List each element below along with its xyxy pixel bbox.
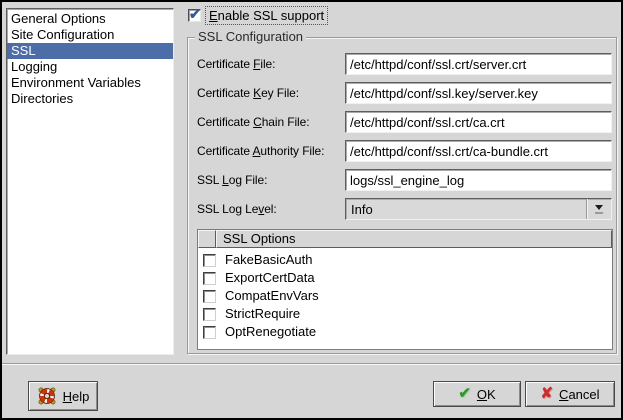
ok-button[interactable]: ✔ OK (433, 381, 521, 407)
help-button-label: Help (63, 389, 90, 404)
certificate-chain-file-label: Certificate Chain File: (197, 115, 309, 129)
ok-button-label: OK (477, 387, 496, 402)
option-label: CompatEnvVars (225, 288, 319, 304)
option-row-exportcertdata[interactable]: ExportCertData (198, 269, 612, 287)
certificate-key-file-label: Certificate Key File: (197, 86, 299, 100)
ssl-log-file-input[interactable] (345, 169, 612, 191)
option-label: ExportCertData (225, 270, 315, 286)
sidebar-item-environment-variables[interactable]: Environment Variables (7, 75, 173, 91)
option-label: OptRenegotiate (225, 324, 316, 340)
option-checkbox-compatenvvars[interactable] (203, 290, 216, 303)
httpd-ssl-config-dialog: General Options Site Configuration SSL L… (0, 0, 623, 420)
option-checkbox-optrenegotiate[interactable] (203, 326, 216, 339)
option-label: FakeBasicAuth (225, 252, 312, 268)
ssl-options-table-body: FakeBasicAuth ExportCertData CompatEnvVa… (198, 248, 612, 341)
dropdown-indicator-bar (595, 212, 603, 214)
sidebar-item-ssl[interactable]: SSL (7, 43, 173, 59)
option-checkbox-fakebasicauth[interactable] (203, 254, 216, 267)
option-row-fakebasicauth[interactable]: FakeBasicAuth (198, 251, 612, 269)
ssl-options-table-header: SSL Options (198, 230, 612, 248)
certificate-file-input[interactable] (345, 53, 612, 75)
option-checkbox-strictrequire[interactable] (203, 308, 216, 321)
check-icon: ✔ (458, 387, 471, 401)
enable-ssl-checkbox[interactable] (188, 9, 201, 22)
sidebar-item-logging[interactable]: Logging (7, 59, 173, 75)
dropdown-arrow-zone[interactable] (586, 199, 611, 219)
option-row-optrenegotiate[interactable]: OptRenegotiate (198, 323, 612, 341)
table-header-ssl-options[interactable]: SSL Options (216, 230, 612, 248)
ssl-log-level-dropdown[interactable]: Info (345, 198, 612, 220)
help-button[interactable]: Help (28, 381, 98, 411)
chevron-down-icon (595, 205, 603, 210)
dialog-separator (2, 363, 621, 365)
enable-ssl-label[interactable]: Enable SSL support (206, 7, 327, 24)
certificate-key-file-input[interactable] (345, 82, 612, 104)
option-checkbox-exportcertdata[interactable] (203, 272, 216, 285)
x-icon: ✘ (540, 387, 553, 401)
sidebar-list: General Options Site Configuration SSL L… (6, 8, 174, 355)
ssl-configuration-frame: SSL Configuration Certificate File: Cert… (187, 37, 617, 354)
table-header-spacer[interactable] (198, 230, 216, 248)
cancel-button[interactable]: ✘ Cancel (525, 381, 615, 407)
enable-ssl-row: Enable SSL support (188, 7, 327, 24)
sidebar-item-directories[interactable]: Directories (7, 91, 173, 107)
certificate-chain-file-input[interactable] (345, 111, 612, 133)
ssl-log-level-label: SSL Log Level: (197, 202, 277, 216)
ssl-options-table: SSL Options FakeBasicAuth ExportCertData… (197, 229, 613, 350)
frame-title: SSL Configuration (195, 29, 306, 44)
certificate-file-label: Certificate File: (197, 57, 275, 71)
sidebar-item-general-options[interactable]: General Options (7, 11, 173, 27)
option-row-compatenvvars[interactable]: CompatEnvVars (198, 287, 612, 305)
option-row-strictrequire[interactable]: StrictRequire (198, 305, 612, 323)
sidebar-item-site-configuration[interactable]: Site Configuration (7, 27, 173, 43)
ssl-log-level-value: Info (351, 202, 373, 217)
lifebuoy-icon (37, 386, 57, 406)
certificate-authority-file-input[interactable] (345, 140, 612, 162)
certificate-authority-file-label: Certificate Authority File: (197, 144, 324, 158)
ssl-log-file-label: SSL Log File: (197, 173, 267, 187)
option-label: StrictRequire (225, 306, 300, 322)
cancel-button-label: Cancel (559, 387, 599, 402)
